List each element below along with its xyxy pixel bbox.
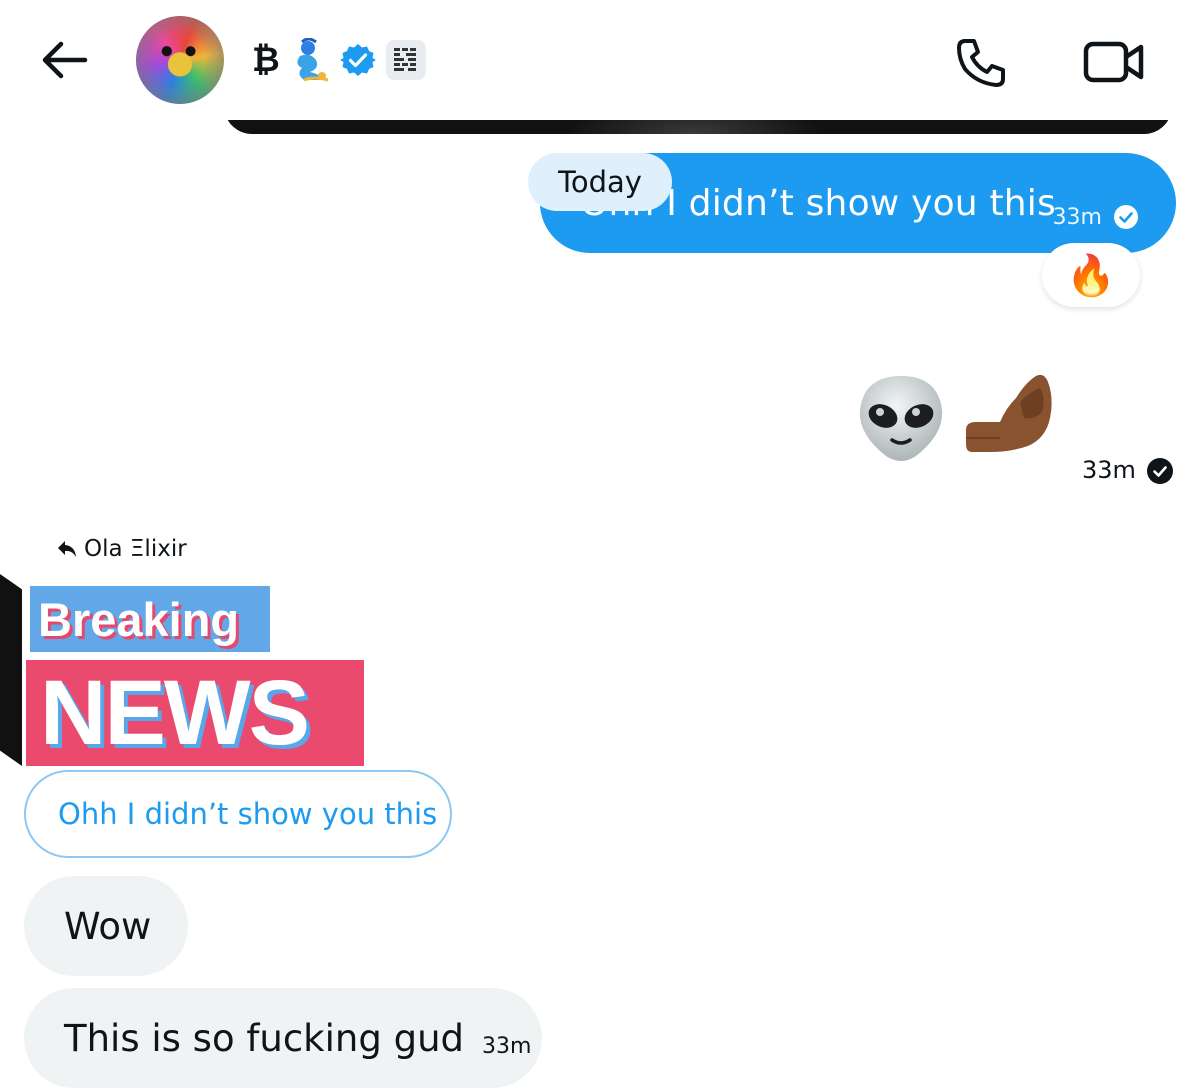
arrow-left-icon bbox=[42, 41, 88, 79]
quoted-reply-preview[interactable]: Ohh I didn’t show you this bbox=[24, 770, 452, 858]
video-camera-icon bbox=[1083, 41, 1144, 83]
phone-icon bbox=[957, 39, 1005, 87]
video-call-button[interactable] bbox=[1076, 30, 1152, 94]
message-text: This is so fucking gud bbox=[64, 1016, 465, 1060]
breaking-label: Breaking bbox=[30, 586, 270, 652]
display-name[interactable]: ₿ bbox=[252, 36, 426, 84]
received-message-bubble[interactable]: Wow bbox=[24, 876, 188, 976]
pinched-fingers-emoji[interactable] bbox=[960, 368, 1056, 464]
news-label: NEWS bbox=[26, 660, 364, 766]
back-button[interactable] bbox=[36, 36, 92, 84]
alien-emoji[interactable] bbox=[856, 372, 946, 464]
seen-check-icon bbox=[1147, 458, 1173, 484]
seen-check-icon bbox=[1114, 205, 1138, 229]
received-message-bubble[interactable]: This is so fucking gud 33m bbox=[24, 988, 542, 1088]
reaction-badge[interactable]: 🔥 bbox=[1042, 243, 1140, 307]
breaking-news-image[interactable]: Breaking NEWS bbox=[0, 574, 372, 770]
conversation-header: ₿ bbox=[0, 0, 1200, 120]
message-timestamp: 33m bbox=[1052, 205, 1102, 230]
bitcoin-symbol: ₿ bbox=[252, 40, 280, 80]
message-text: Wow bbox=[64, 904, 152, 948]
avatar[interactable] bbox=[136, 16, 224, 104]
reply-arrow-icon bbox=[58, 541, 76, 557]
genie-icon bbox=[297, 38, 329, 82]
verified-badge-icon bbox=[339, 44, 376, 76]
image-accent-bar bbox=[0, 574, 22, 766]
call-button[interactable] bbox=[950, 30, 1014, 94]
date-separator: Today bbox=[528, 153, 672, 211]
message-timestamp: 33m bbox=[1082, 456, 1136, 484]
replied-to-name: Ola Ξlixir bbox=[84, 536, 187, 562]
dm-conversation: ₿ Ohh I didn’t show you this 33m Today 🔥… bbox=[0, 0, 1200, 1088]
replied-to-label: Ola Ξlixir bbox=[56, 534, 187, 564]
message-timestamp: 33m bbox=[482, 1033, 532, 1059]
affiliate-badge-icon[interactable] bbox=[385, 40, 426, 80]
